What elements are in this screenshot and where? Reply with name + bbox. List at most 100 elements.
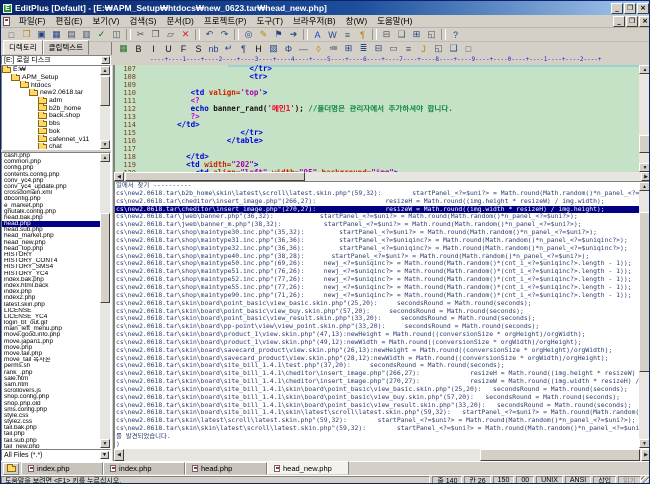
nbsp-icon[interactable]: nb (206, 43, 221, 55)
scroll-down-icon[interactable]: ▼ (639, 163, 650, 172)
search-result-row[interactable]: cs\new2.0618.tar\skin\board\site_bill_1.… (115, 394, 639, 402)
scroll-thumb[interactable] (100, 76, 110, 106)
editor-line[interactable]: 118 </td> (115, 153, 639, 161)
scroll-thumb[interactable] (480, 449, 640, 461)
clip-text-icon[interactable]: ◫ (109, 29, 124, 41)
scroll-down-icon[interactable]: ▼ (639, 439, 650, 448)
file-filter-select[interactable]: All Files (*.*) ▼ (1, 449, 111, 461)
search-result-row[interactable]: cs\new2.0618.tar\skin\board\point_basic\… (115, 315, 639, 323)
menu-item[interactable]: 검색(S) (124, 15, 161, 27)
scroll-right-icon[interactable]: ▶ (641, 449, 650, 461)
document-tab[interactable]: index.php (103, 462, 185, 475)
search-result-row[interactable]: cs\new2.0618.tar\skin\board\savecard_pro… (115, 347, 639, 355)
sidebar-tab[interactable]: 클립텍스트 (43, 40, 90, 55)
search-result-row[interactable]: cs\new2.0618.tar\cheditor\insert_image.p… (115, 198, 639, 206)
scroll-up-icon[interactable]: ▲ (639, 182, 650, 191)
search-result-row[interactable]: 를 발견되었습니다. (115, 433, 639, 441)
bookmark-icon[interactable]: ⚑ (271, 29, 286, 41)
tree-folder-item[interactable]: APM_Setup (2, 74, 100, 82)
output-hscrollbar[interactable]: ◀ ▶ (114, 449, 650, 461)
font-icon[interactable]: A (310, 29, 325, 41)
search-result-row[interactable]: cs\new2.0618.tar\shop\maintype32.inc.php… (115, 245, 639, 253)
context-help-icon[interactable]: ? (448, 29, 463, 41)
search-result-row[interactable]: cs\new2.0618.tar\skin\latest\scroll\late… (115, 417, 639, 425)
menu-item[interactable]: 보기(V) (87, 15, 124, 27)
search-result-row[interactable]: cs\new2.0618.tar\shop\maintype50.inc.php… (115, 260, 639, 268)
editor-line[interactable]: 110 <td valign='top'> (115, 89, 639, 97)
heading-icon[interactable]: H (251, 43, 266, 55)
script-icon[interactable]: J (416, 43, 431, 55)
spell-check-icon[interactable]: ✓ (94, 29, 109, 41)
open-file-icon[interactable]: ❒ (19, 29, 34, 41)
tree-folder-item[interactable]: back.shop (2, 112, 100, 120)
resize-grip[interactable] (641, 476, 650, 484)
span-icon[interactable]: □ (461, 43, 476, 55)
file-list-scrollbar[interactable]: ▲ ▼ (100, 153, 110, 448)
table-icon[interactable]: ⊞ (341, 43, 356, 55)
copy-icon[interactable]: ❐ (148, 29, 163, 41)
editor-line[interactable]: 117 (115, 145, 639, 153)
anchor-icon[interactable]: Φ (281, 43, 296, 55)
save-all-icon[interactable]: ▦ (49, 29, 64, 41)
div-icon[interactable]: ❑ (446, 43, 461, 55)
document-tab[interactable]: index.php (21, 462, 103, 475)
table-cell-icon[interactable]: ⊟ (371, 43, 386, 55)
bold-icon[interactable]: B (131, 43, 146, 55)
search-result-row[interactable]: cs\new2.0618.tar\skin\board\site_bill_1.… (115, 402, 639, 410)
form-icon[interactable]: ◱ (431, 43, 446, 55)
image-icon[interactable]: ▧ (266, 43, 281, 55)
replace-icon[interactable]: ✎ (256, 29, 271, 41)
output-scrollbar[interactable]: ▲ ▼ (639, 182, 650, 448)
editplus-app-icon[interactable]: E (3, 4, 12, 13)
search-result-row[interactable]: cs\new2.0618.tar\shop\maintype55.inc.php… (115, 284, 639, 292)
chevron-down-icon[interactable]: ▼ (100, 451, 109, 459)
editor-line[interactable]: 112 echo banner_rand('메인1'); //폴더명은 관리자에… (115, 105, 639, 113)
search-result-row[interactable]: cs\new2.0618.tar\shop\maintype52.inc.php… (115, 276, 639, 284)
editor-line[interactable]: 119 <td width="202"> (115, 161, 639, 169)
strike-icon[interactable]: S (191, 43, 206, 55)
cut-icon[interactable]: ✂ (133, 29, 148, 41)
special-chars-icon[interactable]: ¶ (355, 29, 370, 41)
scroll-down-icon[interactable]: ▼ (100, 439, 110, 448)
tree-folder-item[interactable]: bbs (2, 120, 100, 128)
sidebar-tab[interactable]: 디렉토리 (3, 40, 43, 55)
document-tab[interactable]: head.php (185, 462, 267, 475)
editor-line[interactable]: 108 <tr> (115, 73, 639, 81)
table-row-icon[interactable]: ≣ (356, 43, 371, 55)
print-preview-icon[interactable]: ▥ (79, 29, 94, 41)
search-result-row[interactable]: cs\new2.0618.tar\skin\board\pp-point\vie… (115, 323, 639, 331)
child-close-button[interactable]: × (639, 16, 650, 27)
scroll-up-icon[interactable]: ▲ (100, 66, 110, 75)
scroll-up-icon[interactable]: ▲ (639, 65, 650, 74)
underline-icon[interactable]: U (161, 43, 176, 55)
search-result-row[interactable]: cs\new2.0618.tar\skin\board\site_bill_1.… (115, 386, 639, 394)
menu-item[interactable]: 프로젝트(P) (199, 15, 252, 27)
search-result-row[interactable]: cs\new2.0618.tar\shop\maintype40.inc.php… (115, 253, 639, 261)
pre-icon[interactable]: ▭ (386, 43, 401, 55)
tree-folder-item[interactable]: new2.0618.tar (2, 89, 100, 97)
search-result-row[interactable]: cs\new2.0618.tar\b2b_home\skin\latest\sc… (115, 190, 639, 198)
editor-line[interactable]: 111 <? (115, 97, 639, 105)
search-result-row[interactable]: ) (115, 441, 639, 448)
menu-item[interactable]: 브라우저(B) (288, 15, 341, 27)
tree-folder-item[interactable]: cafennet_v11 (2, 135, 100, 143)
print-icon[interactable]: ▤ (64, 29, 79, 41)
chevron-down-icon[interactable]: ▼ (101, 56, 110, 64)
drive-select[interactable]: [E:] 로컬 디스크 ▼ (1, 55, 111, 65)
minimize-button[interactable]: _ (611, 3, 623, 14)
delete-icon[interactable]: ✕ (178, 29, 193, 41)
scroll-left-icon[interactable]: ◀ (114, 172, 124, 181)
search-result-row[interactable]: cs\new2.0618.tar\skin\board\point_basic\… (115, 300, 639, 308)
tree-folder-item[interactable]: E:₩ (2, 66, 100, 74)
search-result-row[interactable]: cs\new2.0618.tar\shop\maintype31.inc.php… (115, 237, 639, 245)
search-result-row[interactable]: cs\new2.0618.tar\skin\board\site_bill_1.… (115, 378, 639, 386)
search-result-row[interactable]: cs\new2.0618.tar\jweb\banner_m.php"(38,3… (115, 221, 639, 229)
menu-item[interactable]: 도움말(H) (372, 15, 417, 27)
undo-icon[interactable]: ↶ (202, 29, 217, 41)
file-manager-button[interactable] (3, 463, 19, 475)
scroll-thumb[interactable] (100, 213, 110, 303)
search-result-row[interactable]: cs\new2.0618.tar\skin\board\point_basic\… (115, 308, 639, 316)
comment-icon[interactable]: ◊ (311, 43, 326, 55)
editor-line[interactable]: 115 </tr> (115, 129, 639, 137)
save-icon[interactable]: ▣ (34, 29, 49, 41)
